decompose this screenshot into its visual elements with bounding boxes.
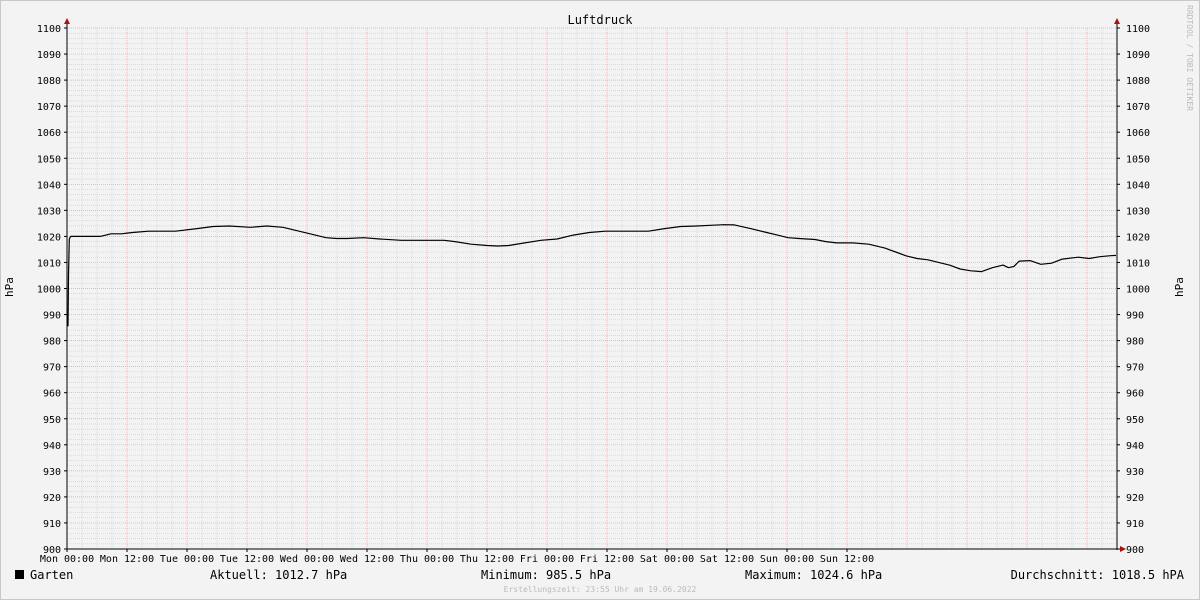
y-tick-label-right: 1090 xyxy=(1126,50,1150,61)
y-tick-label: 1040 xyxy=(37,180,61,191)
x-tick-label: Sat 00:00 xyxy=(640,554,694,565)
y-tick-label: 920 xyxy=(43,493,61,504)
x-tick-labels: Mon 00:00 Mon 12:00 Tue 00:00 Tue 12:00 Wed … xyxy=(40,549,874,565)
y-tick-label-right: 1040 xyxy=(1126,180,1150,191)
x-tick-label: Wed 12:00 xyxy=(340,554,394,565)
y-tick-label-right: 970 xyxy=(1126,363,1144,374)
stat-aktuell: Aktuell: 1012.7 hPa xyxy=(210,568,347,582)
y-tick-labels: 9009109209309409509609709809901000101010… xyxy=(37,24,67,556)
footer-timestamp: Erstellungszeit: 23:55 Uhr am 19.06.2022 xyxy=(504,585,697,594)
y-tick-label-right: 1030 xyxy=(1126,206,1150,217)
x-tick-label: Tue 00:00 xyxy=(160,554,214,565)
y-tick-label: 1010 xyxy=(37,258,61,269)
y-tick-label: 1030 xyxy=(37,206,61,217)
y-tick-label: 1000 xyxy=(37,285,61,296)
y-tick-label: 1020 xyxy=(37,232,61,243)
chart-title: Luftdruck xyxy=(567,13,633,27)
y-axis-label-right: hPa xyxy=(1173,277,1186,297)
y-tick-label: 960 xyxy=(43,389,61,400)
y-tick-label: 1060 xyxy=(37,128,61,139)
y-tick-label: 910 xyxy=(43,519,61,530)
y-tick-label: 1090 xyxy=(37,50,61,61)
y-tick-label-right: 980 xyxy=(1126,337,1144,348)
x-tick-label: Sun 12:00 xyxy=(820,554,874,565)
y-tick-label: 1100 xyxy=(37,24,61,35)
x-tick-label: Mon 12:00 xyxy=(100,554,154,565)
legend-swatch-garten xyxy=(15,570,24,579)
y-axis-arrow xyxy=(64,18,70,24)
watermark: RRDTOOL / TOBI OETIKER xyxy=(1185,5,1194,111)
y-tick-label-right: 1100 xyxy=(1126,24,1150,35)
y-tick-label-right: 950 xyxy=(1126,415,1144,426)
y-tick-label: 980 xyxy=(43,337,61,348)
y-axis-label: hPa xyxy=(3,277,16,297)
x-tick-label: Wed 00:00 xyxy=(280,554,334,565)
y-tick-label: 1050 xyxy=(37,154,61,165)
x-tick-label: Thu 00:00 xyxy=(400,554,454,565)
y-tick-label: 990 xyxy=(43,311,61,322)
y-tick-label-right: 940 xyxy=(1126,441,1144,452)
y-tick-label: 930 xyxy=(43,467,61,478)
y-axis-arrow-right xyxy=(1114,18,1120,24)
x-tick-label: Sat 12:00 xyxy=(700,554,754,565)
y-tick-label-right: 930 xyxy=(1126,467,1144,478)
y-tick-label-right: 1050 xyxy=(1126,154,1150,165)
stat-minimum: Minimum: 985.5 hPa xyxy=(481,568,611,582)
x-tick-label: Sun 00:00 xyxy=(760,554,814,565)
series-layer xyxy=(67,224,1117,327)
y-tick-label: 1080 xyxy=(37,76,61,87)
stat-maximum: Maximum: 1024.6 hPa xyxy=(745,568,882,582)
y-tick-label-right: 1000 xyxy=(1126,285,1150,296)
y-tick-label: 950 xyxy=(43,415,61,426)
series-line-garten xyxy=(67,224,1117,327)
y-tick-labels-right: 900 910 920 930 940 950 960 970 980 990 1000 1010 10… xyxy=(1117,24,1150,556)
y-tick-label-right: 900 xyxy=(1126,545,1144,556)
x-tick-label: Thu 12:00 xyxy=(460,554,514,565)
y-tick-label-right: 910 xyxy=(1126,519,1144,530)
grid xyxy=(67,27,1118,550)
x-tick-label: Fri 12:00 xyxy=(580,554,634,565)
pressure-chart: Luftdruck 900 910 920 930 940 950 960 970 980 990… xyxy=(3,5,1194,594)
y-tick-label-right: 1070 xyxy=(1126,102,1150,113)
y-tick-label-right: 1010 xyxy=(1126,258,1150,269)
y-tick-label: 970 xyxy=(43,363,61,374)
y-tick-label-right: 920 xyxy=(1126,493,1144,504)
legend-label-garten: Garten xyxy=(30,568,73,582)
y-tick-label: 1070 xyxy=(37,102,61,113)
y-tick-label-right: 1080 xyxy=(1126,76,1150,87)
x-tick-label: Tue 12:00 xyxy=(220,554,274,565)
y-tick-label-right: 1060 xyxy=(1126,128,1150,139)
y-tick-label-right: 1020 xyxy=(1126,232,1150,243)
y-tick-label: 940 xyxy=(43,441,61,452)
y-tick-label-right: 990 xyxy=(1126,311,1144,322)
y-tick-label-right: 960 xyxy=(1126,389,1144,400)
x-tick-label: Mon 00:00 xyxy=(40,554,94,565)
x-tick-label: Fri 00:00 xyxy=(520,554,574,565)
stat-durchschnitt: Durchschnitt: 1018.5 hPA xyxy=(1011,568,1185,582)
